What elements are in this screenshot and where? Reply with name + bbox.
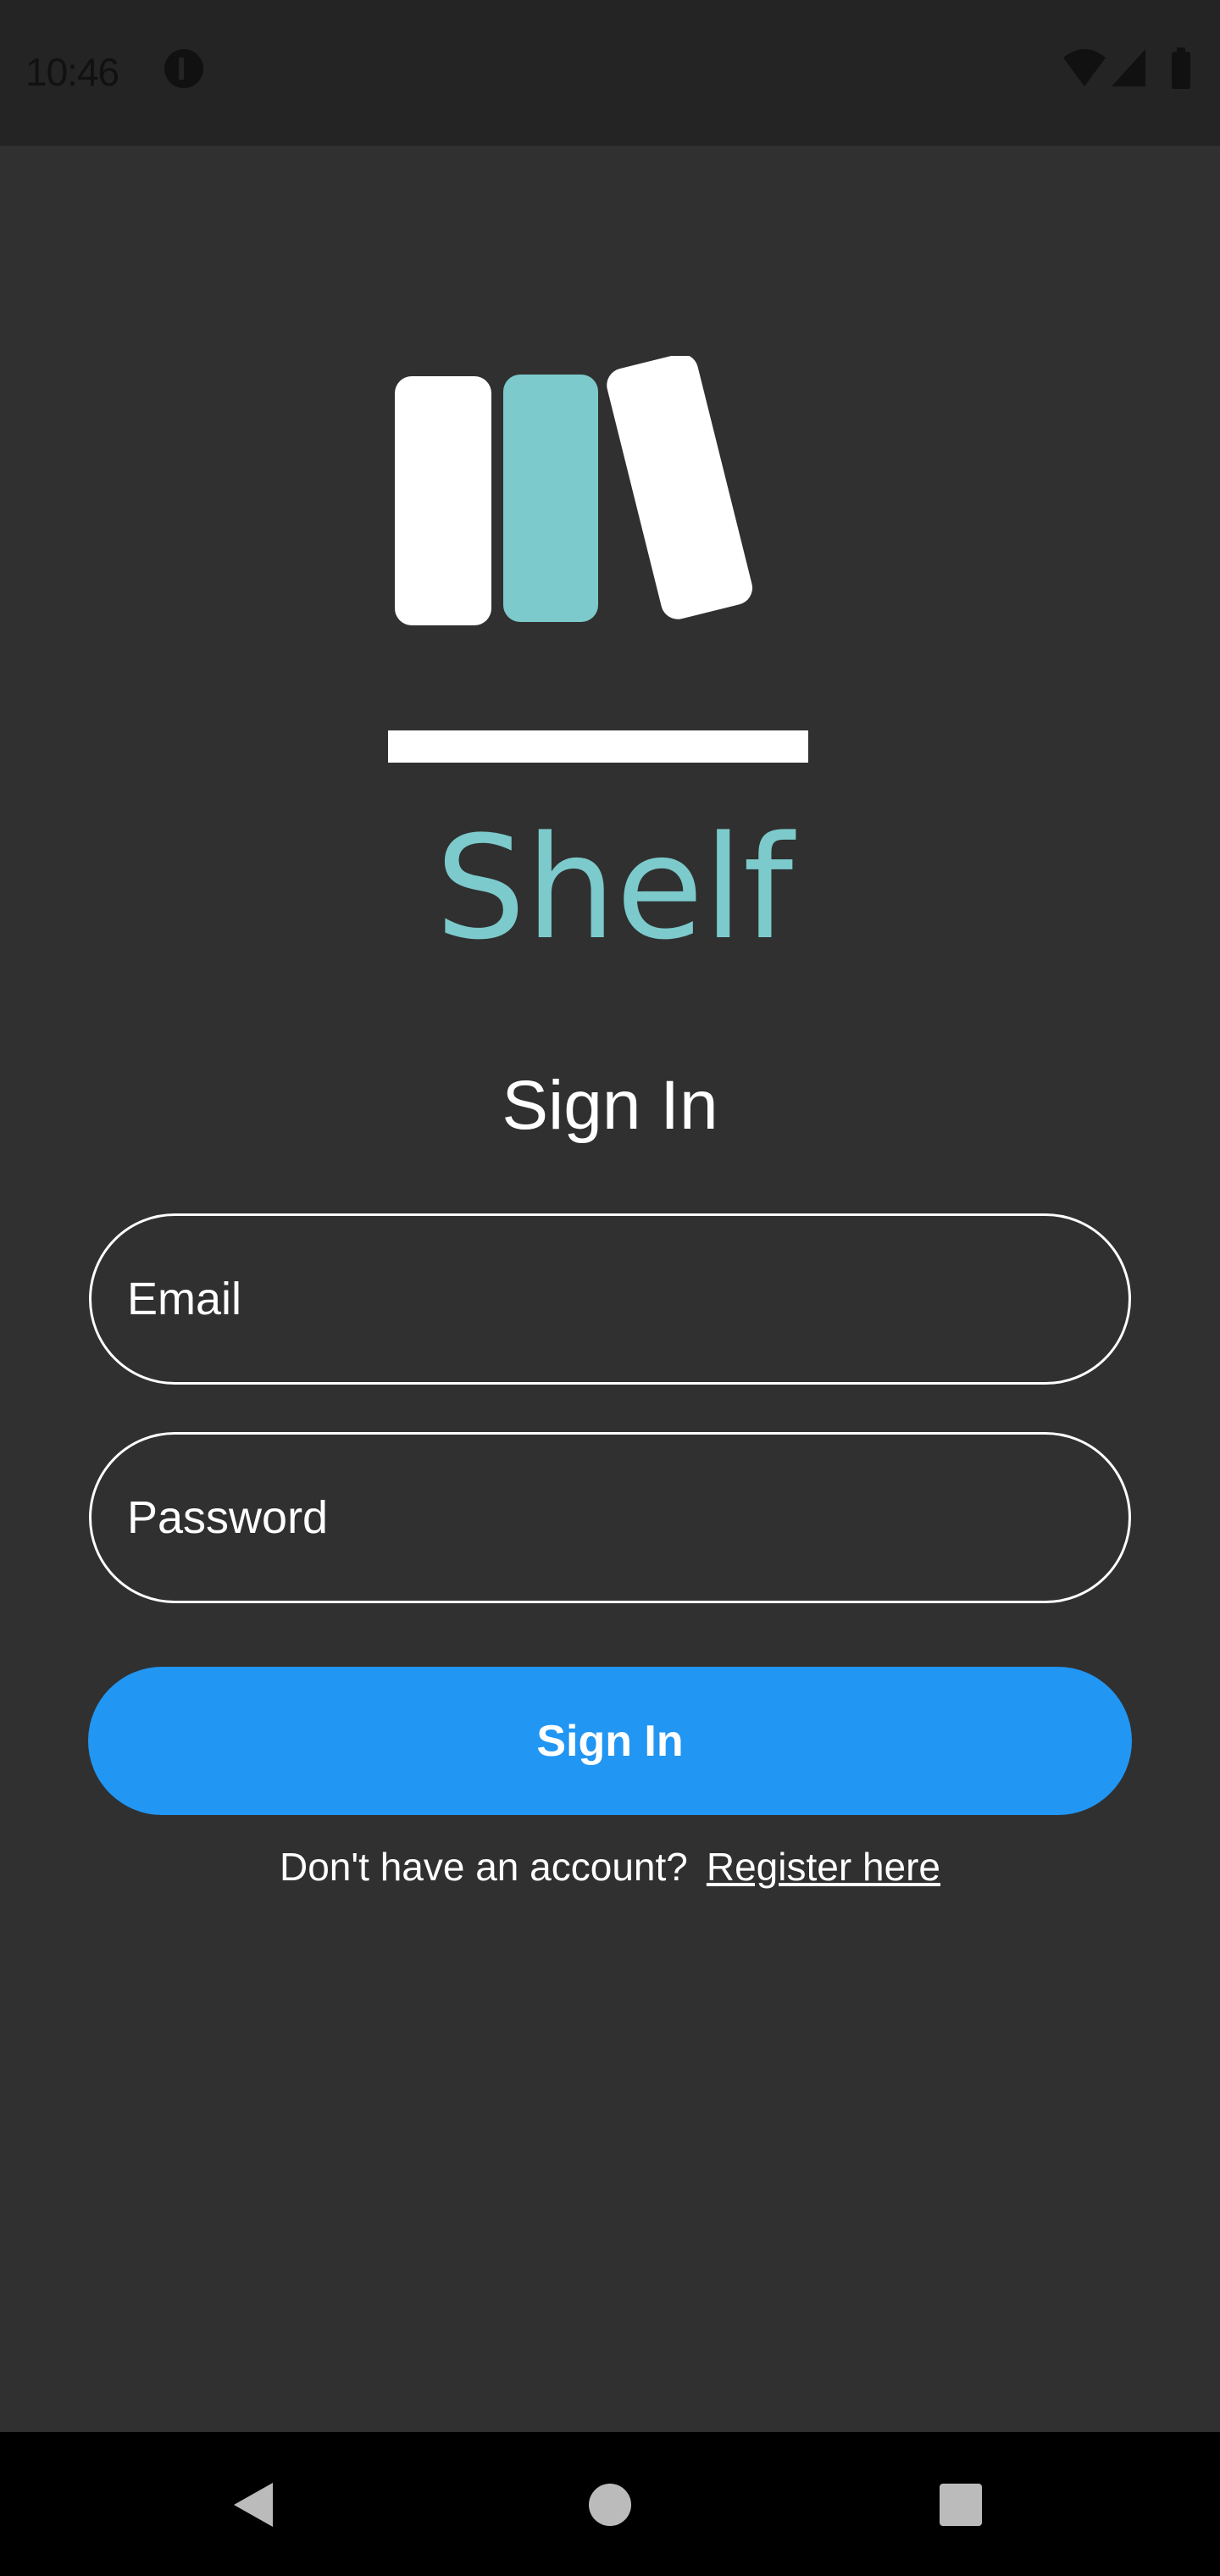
app-logo: [388, 356, 808, 763]
status-time: 10:46: [25, 50, 119, 94]
app-name: Shelf: [435, 805, 794, 971]
battery-icon: [1172, 47, 1190, 89]
navigation-bar: [0, 2432, 1220, 2576]
password-input[interactable]: [89, 1432, 1131, 1603]
register-prompt-text: Don't have an account?: [279, 1845, 688, 1889]
back-icon[interactable]: [230, 2481, 278, 2529]
logo-book-tilted: [607, 356, 753, 619]
data-saver-icon: [164, 49, 203, 88]
logo-book-white: [395, 376, 491, 625]
logo-shelf: [388, 730, 808, 763]
register-prompt: Don't have an account? Register here: [0, 1844, 1220, 1890]
recents-icon[interactable]: [939, 2481, 983, 2529]
signal-icon: [1112, 49, 1145, 86]
register-link[interactable]: Register here: [707, 1845, 940, 1889]
email-input[interactable]: [89, 1213, 1131, 1385]
status-bar: 10:46: [0, 0, 1220, 146]
logo-book-teal: [503, 375, 598, 622]
home-icon[interactable]: [588, 2481, 632, 2529]
sign-in-button[interactable]: Sign In: [88, 1667, 1132, 1815]
wifi-icon: [1063, 49, 1106, 86]
page-title: Sign In: [502, 1067, 718, 1144]
